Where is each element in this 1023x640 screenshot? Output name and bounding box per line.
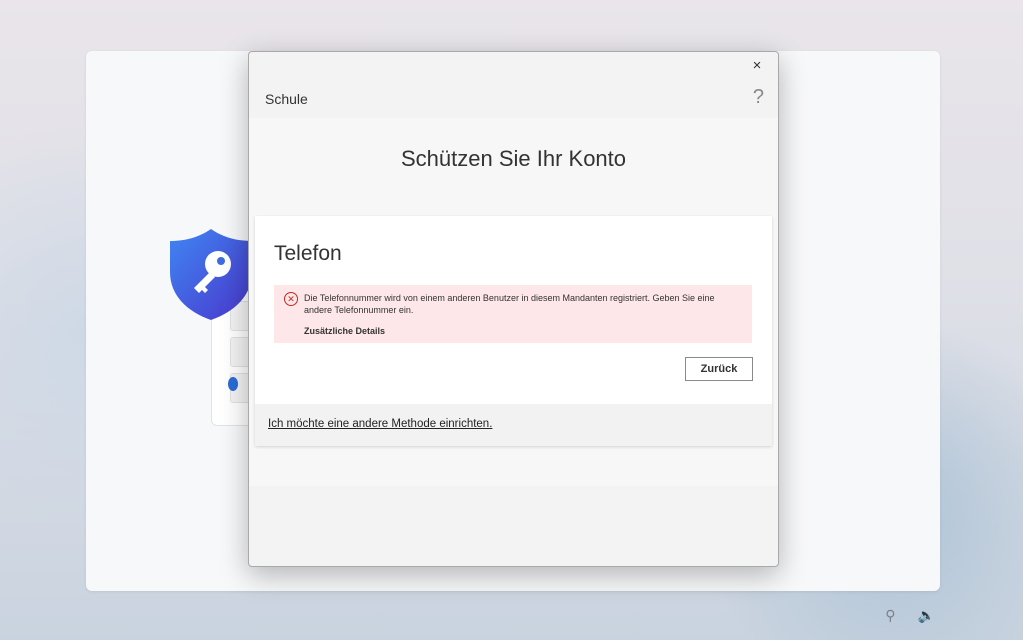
error-message-text: Die Telefonnummer wird von einem anderen… (304, 293, 715, 315)
background-card-indicator (228, 377, 238, 391)
alternate-method-link[interactable]: Ich möchte eine andere Methode einrichte… (268, 418, 492, 430)
security-shield-key-icon (170, 229, 252, 320)
tenant-name: Schule (265, 91, 308, 107)
desktop-background: × Schule ? Schützen Sie Ihr Konto Telefo… (0, 0, 1023, 640)
setup-dialog: × Schule ? Schützen Sie Ihr Konto Telefo… (248, 51, 779, 567)
card-title: Telefon (274, 242, 342, 265)
close-icon[interactable]: × (744, 55, 770, 77)
error-message-box: ✕ Die Telefonnummer wird von einem ander… (274, 285, 752, 343)
taskbar-icons: ⚲ 🔈 (885, 607, 935, 624)
back-button[interactable]: Zurück (685, 357, 753, 381)
error-icon: ✕ (284, 292, 298, 306)
accessibility-icon[interactable]: ⚲ (885, 607, 895, 624)
volume-icon[interactable]: 🔈 (918, 607, 935, 624)
error-details-link[interactable]: Zusätzliche Details (304, 326, 385, 336)
page-title: Schützen Sie Ihr Konto (400, 146, 627, 171)
phone-method-card: Telefon ✕ Die Telefonnummer wird von ein… (255, 216, 772, 446)
card-footer: Ich möchte eine andere Methode einrichte… (255, 404, 772, 446)
help-icon[interactable]: ? (753, 86, 764, 109)
